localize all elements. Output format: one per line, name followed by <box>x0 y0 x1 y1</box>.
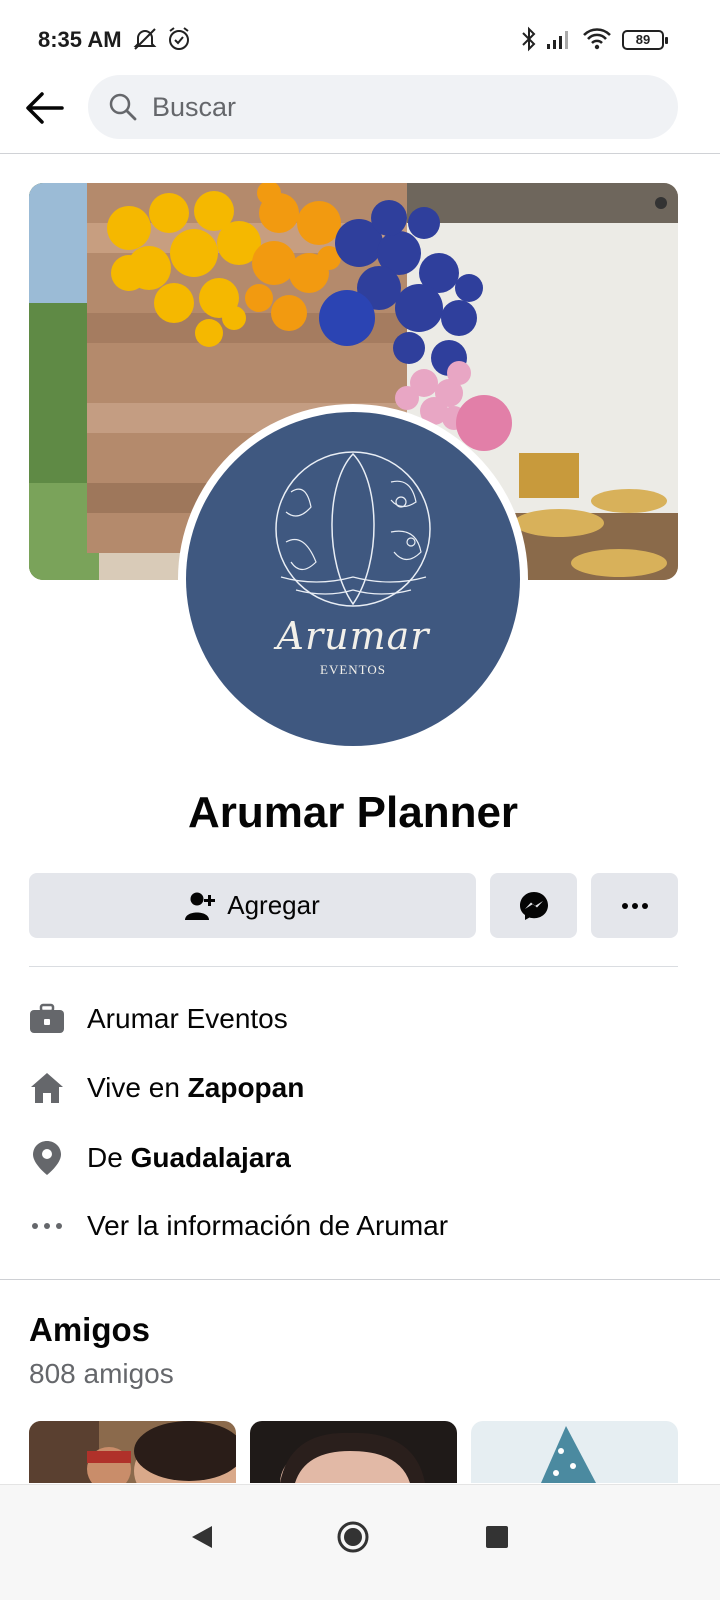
nav-home-icon <box>337 1521 369 1553</box>
nav-back-icon <box>192 1526 212 1548</box>
search-icon <box>109 93 137 121</box>
from-place[interactable]: Guadalajara <box>131 1142 291 1173</box>
detail-from: De Guadalajara <box>29 1132 678 1184</box>
friends-count: 808 amigos <box>29 1358 174 1389</box>
search-bar[interactable] <box>88 75 678 139</box>
messenger-icon <box>519 891 548 920</box>
add-friend-button[interactable]: Agregar <box>29 873 476 938</box>
nav-recents-icon <box>486 1526 508 1548</box>
mute-icon <box>132 26 158 57</box>
bluetooth-icon <box>518 26 540 57</box>
section-divider <box>0 1279 720 1280</box>
add-friend-label: Agregar <box>227 890 320 920</box>
detail-lives: Vive en Zapopan <box>29 1062 678 1114</box>
more-options-button[interactable] <box>591 873 678 938</box>
see-info-link[interactable]: Ver la información de Arumar <box>29 1200 678 1252</box>
actions-divider <box>29 966 678 967</box>
lives-prefix: Vive en <box>87 1072 188 1103</box>
nav-recents-button[interactable] <box>467 1507 527 1567</box>
profile-name: Arumar Planner <box>187 788 519 837</box>
detail-work: Arumar Eventos <box>29 993 678 1045</box>
alarm-icon <box>166 26 192 57</box>
see-info-text: Ver la información de Arumar <box>87 1210 449 1241</box>
arrow-left-icon <box>26 92 64 124</box>
status-time: 8:35 AM <box>38 27 122 52</box>
location-pin-icon <box>29 1140 65 1176</box>
friend-photo-1[interactable] <box>29 1421 236 1483</box>
briefcase-icon <box>29 1001 65 1037</box>
more-dots-icon <box>621 902 648 909</box>
messenger-button[interactable] <box>490 873 577 938</box>
search-input[interactable] <box>152 91 632 123</box>
signal-icon <box>545 26 573 57</box>
status-bar: 8:35 AM 89 <box>0 0 720 72</box>
profile-avatar[interactable]: Arumar EVENTOS <box>186 412 520 746</box>
nav-home-button[interactable] <box>323 1507 383 1567</box>
home-icon <box>29 1070 65 1106</box>
more-dots-icon <box>29 1208 65 1244</box>
from-prefix: De <box>87 1142 131 1173</box>
lives-place[interactable]: Zapopan <box>188 1072 305 1103</box>
logo-text: Arumar <box>276 614 430 658</box>
friend-photo-2[interactable] <box>250 1421 457 1483</box>
battery-icon: 89 <box>622 30 668 50</box>
back-button[interactable] <box>20 84 68 132</box>
wifi-icon <box>582 26 612 57</box>
arumar-logo-icon <box>275 451 431 607</box>
logo-subtext: EVENTOS <box>320 662 386 677</box>
friend-photo-3[interactable] <box>471 1421 678 1483</box>
nav-back-button[interactable] <box>172 1507 232 1567</box>
system-nav-bar <box>0 1484 720 1600</box>
header-divider <box>0 153 720 154</box>
work-text: Arumar Eventos <box>87 1003 288 1034</box>
friends-title[interactable]: Amigos <box>29 1311 150 1349</box>
add-friend-icon <box>185 892 216 920</box>
